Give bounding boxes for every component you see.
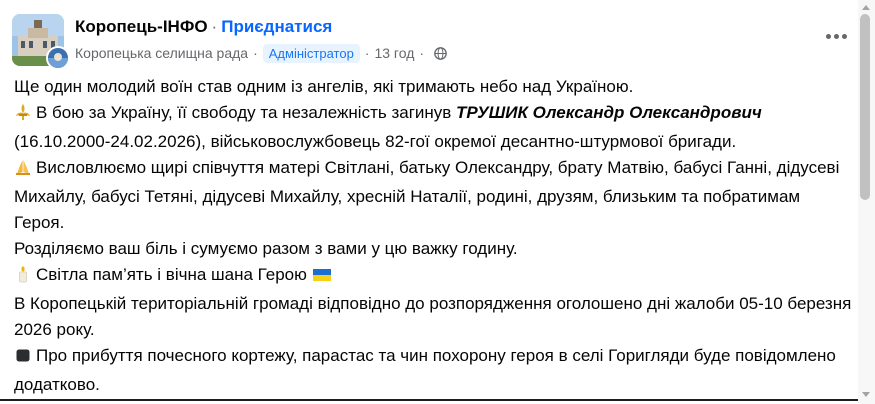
post-card: Коропець-ІНФО · Приєднатися Коропецька сел… bbox=[0, 0, 858, 404]
post-body: Ще один молодий воїн став одним із ангел… bbox=[14, 74, 852, 398]
fleur-de-lis-icon bbox=[14, 103, 32, 129]
post-paragraph-4: Розділяємо ваш біль і сумуємо разом з ва… bbox=[14, 239, 518, 258]
fallen-soldier-name: ТРУШИК Олександр Олександрович bbox=[456, 103, 762, 122]
condolences-text: Висловлюємо щирі співчуття матері Світла… bbox=[14, 158, 840, 232]
dot-separator: · bbox=[364, 45, 370, 61]
funeral-notice-text: Про прибуття почесного кортежу, парастас… bbox=[14, 346, 836, 394]
post-paragraph-2: В бою за Україну, її свободу та незалежн… bbox=[14, 100, 852, 155]
ukraine-flag-icon bbox=[312, 265, 332, 291]
author-link[interactable]: Коропецька селищна рада bbox=[75, 45, 248, 61]
paragraph-2-details: (16.10.2000-24.02.2026), військовослужбо… bbox=[14, 132, 737, 151]
post-divider bbox=[0, 399, 858, 401]
dot-separator: · bbox=[211, 17, 218, 36]
memory-text: Світла пам’ять і вічна шана Герою bbox=[36, 265, 307, 284]
scroll-up-arrow-icon[interactable] bbox=[862, 5, 870, 10]
dot-separator: · bbox=[419, 45, 425, 61]
praying-hands-icon bbox=[14, 158, 32, 184]
author-avatar[interactable] bbox=[46, 46, 70, 70]
scrollbar-thumb[interactable] bbox=[860, 14, 870, 200]
join-button[interactable]: Приєднатися bbox=[221, 17, 332, 36]
scroll-down-arrow-icon[interactable] bbox=[862, 392, 870, 397]
globe-icon bbox=[434, 46, 447, 60]
page-name-link[interactable]: Коропець-ІНФО bbox=[75, 17, 208, 36]
post-paragraph-3: Висловлюємо щирі співчуття матері Світла… bbox=[14, 155, 852, 236]
header-meta-row: Коропецька селищна рада · Адміністратор … bbox=[75, 43, 447, 63]
black-square-icon bbox=[14, 346, 32, 372]
candle-icon bbox=[14, 265, 32, 291]
admin-badge: Адміністратор bbox=[262, 43, 360, 63]
header-title-row: Коропець-ІНФО · Приєднатися bbox=[75, 17, 332, 39]
dot-separator: · bbox=[253, 45, 258, 61]
post-line-1: Ще один молодий воїн став одним із ангел… bbox=[14, 77, 634, 96]
post-paragraph-5: Світла пам’ять і вічна шана Герою bbox=[14, 262, 852, 291]
more-options-icon[interactable] bbox=[822, 26, 850, 46]
paragraph-2-text: В бою за Україну, її свободу та незалежн… bbox=[36, 103, 457, 122]
post-paragraph-6: В Коропецькій територіальній громаді від… bbox=[14, 294, 852, 339]
post-paragraph-7: Про прибуття почесного кортежу, парастас… bbox=[14, 343, 852, 398]
post-time-link[interactable]: 13 год bbox=[374, 45, 414, 61]
